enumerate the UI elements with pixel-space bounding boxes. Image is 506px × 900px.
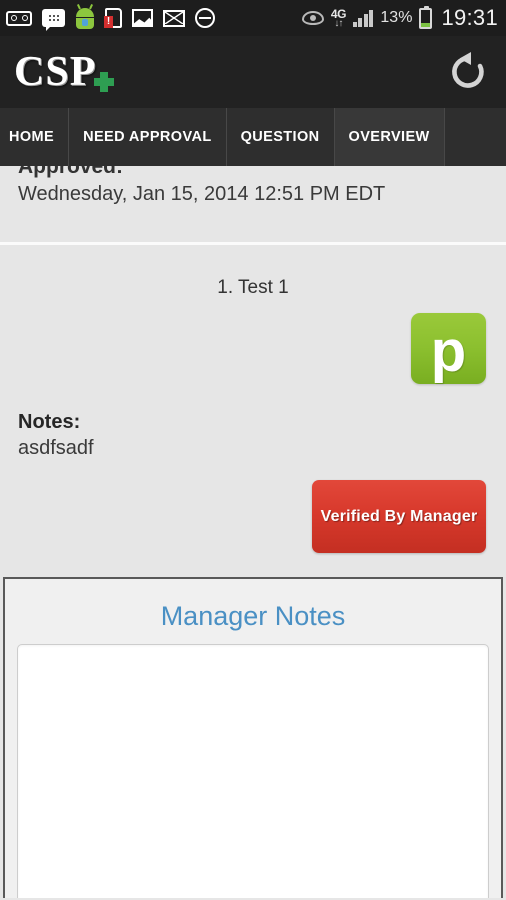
status-system-icons: 4G ↓↑ 13% 19:31 [301, 5, 498, 31]
do-not-disturb-icon [195, 8, 215, 28]
tab-home[interactable]: HOME [0, 108, 70, 166]
bbm-icon [42, 9, 65, 31]
test-section: 1. Test 1 p Notes: asdfsadf Verified By … [0, 245, 506, 553]
eye-icon [301, 11, 324, 25]
sdcard-alert-icon: ! [104, 8, 122, 28]
manager-notes-textarea[interactable] [17, 644, 489, 898]
app-logo-text: CSP [14, 49, 97, 95]
voicemail-icon [6, 10, 32, 26]
verified-by-manager-label: Verified By Manager [320, 507, 478, 525]
notes-block: Notes: asdfsadf [0, 384, 506, 460]
gmail-icon [163, 9, 185, 27]
network-type-indicator: 4G ↓↑ [331, 8, 347, 29]
android-status-bar: ! 4G ↓↑ 13% 19:31 [0, 0, 506, 36]
signal-bars-icon [352, 9, 374, 27]
notes-value: asdfsadf [18, 437, 94, 459]
approved-date: Wednesday, Jan 15, 2014 12:51 PM EDT [18, 183, 386, 205]
verified-by-manager-button[interactable]: Verified By Manager [312, 480, 486, 553]
manager-notes-panel: Manager Notes [3, 577, 503, 898]
refresh-icon[interactable] [446, 50, 490, 94]
overview-content: Approved: Wednesday, Jan 15, 2014 12:51 … [0, 166, 506, 898]
pass-button-row: p [0, 305, 506, 384]
verify-button-row: Verified By Manager [0, 460, 506, 553]
pass-status-button[interactable]: p [411, 313, 486, 384]
tab-need-approval[interactable]: NEED APPROVAL [69, 108, 227, 166]
phone-screen: ! 4G ↓↑ 13% 19:31 CSP HOME NEED APPROVAL… [0, 0, 506, 900]
notes-label: Notes: [18, 411, 81, 433]
app-header: CSP [0, 36, 506, 108]
pass-status-label: p [430, 318, 467, 384]
tab-overview[interactable]: OVERVIEW [334, 108, 445, 171]
tab-question[interactable]: QUESTION [227, 108, 335, 166]
gallery-icon [132, 9, 153, 27]
status-notification-icons: ! [6, 7, 302, 31]
approved-label-clipped: Approved: [0, 166, 506, 180]
app-logo[interactable]: CSP [14, 49, 115, 95]
tab-question-label: QUESTION [240, 129, 320, 145]
battery-percent-label: 13% [380, 9, 413, 26]
network-arrows-icon: ↓↑ [334, 17, 343, 29]
tab-need-approval-label: NEED APPROVAL [83, 129, 212, 145]
tab-overview-label: OVERVIEW [348, 129, 430, 145]
nav-tabs: HOME NEED APPROVAL QUESTION OVERVIEW [0, 108, 506, 171]
status-clock: 19:31 [441, 5, 498, 30]
test-title: 1. Test 1 [217, 277, 289, 298]
tab-home-label: HOME [9, 129, 55, 145]
android-robot-icon [75, 7, 95, 29]
battery-low-icon [419, 5, 433, 29]
approved-label: Approved: [18, 166, 123, 178]
manager-notes-title: Manager Notes [160, 601, 346, 631]
plus-icon [94, 72, 115, 92]
